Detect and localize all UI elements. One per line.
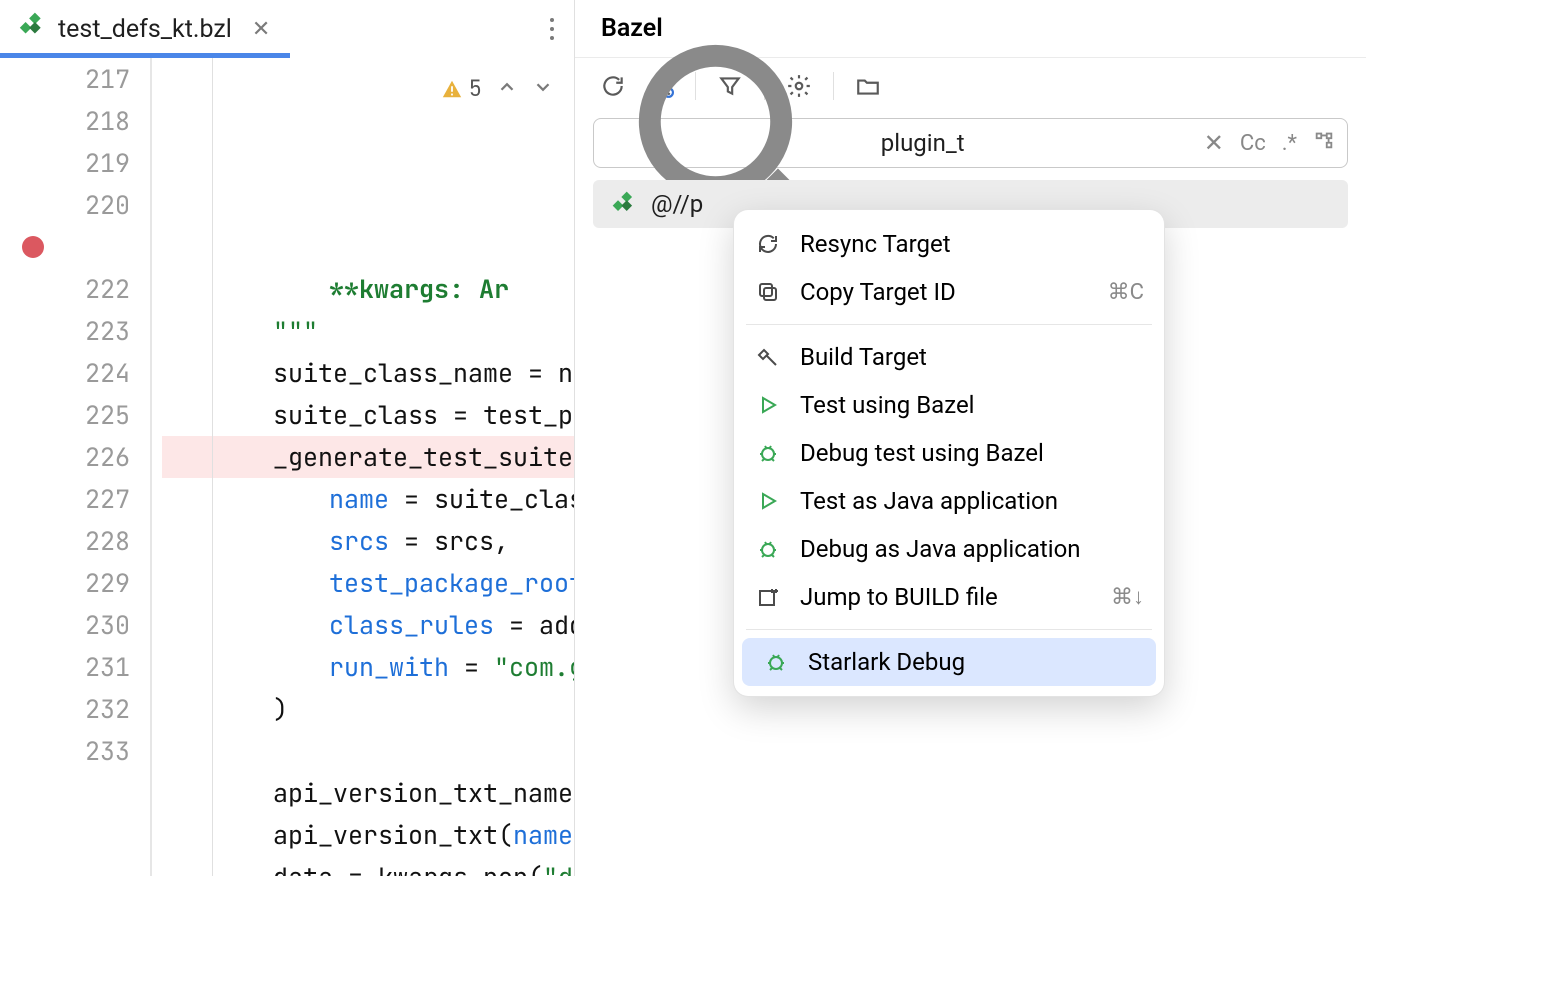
target-search-field[interactable]: ✕ Cc .* (593, 118, 1348, 168)
code-line[interactable]: suite_class_name = name (162, 352, 574, 394)
bazel-file-icon (18, 12, 46, 47)
menu-item[interactable]: Jump to BUILD file ⌘↓ (734, 573, 1164, 621)
menu-item-label: Jump to BUILD file (800, 583, 998, 611)
menu-item[interactable]: Resync Target (734, 220, 1164, 268)
line-number[interactable]: 230 (0, 604, 130, 646)
code-line[interactable] (162, 730, 574, 772)
code-line[interactable]: suite_class = test_packa (162, 394, 574, 436)
editor-tabbar: test_defs_kt.bzl ✕ (0, 0, 574, 58)
line-number[interactable]: 217 (0, 58, 130, 100)
code-line[interactable]: ) (162, 688, 574, 730)
regex-toggle[interactable]: .* (1282, 131, 1297, 156)
warning-count: 5 (441, 68, 482, 110)
menu-item-label: Debug test using Bazel (800, 439, 1044, 467)
editor-gutter[interactable]: 2172182192202222232242252262272282292302… (0, 58, 150, 876)
play-icon (754, 489, 782, 513)
menu-item-label: Build Target (800, 343, 927, 371)
code-line[interactable]: run_with = "com.goog (162, 646, 574, 688)
line-number[interactable]: 220 (0, 184, 130, 226)
line-number[interactable]: 231 (0, 646, 130, 688)
line-number[interactable]: 224 (0, 352, 130, 394)
line-number[interactable]: 219 (0, 142, 130, 184)
hammer-icon (754, 345, 782, 369)
tree-view-icon[interactable] (1313, 129, 1335, 157)
inspection-widget[interactable]: 5 (433, 64, 562, 114)
menu-item-label: Copy Target ID (800, 278, 956, 306)
menu-item[interactable]: Test as Java application (734, 477, 1164, 525)
menu-item-shortcut: ⌘↓ (1111, 584, 1144, 610)
menu-item[interactable]: Starlark Debug (742, 638, 1156, 686)
line-number[interactable]: 223 (0, 310, 130, 352)
line-number[interactable]: 225 (0, 394, 130, 436)
chevron-up-icon[interactable] (496, 68, 518, 110)
breakpoint-icon[interactable] (22, 236, 44, 258)
editor-code-area[interactable]: 5 **kwargs: Ar"""suite_class_name = name… (152, 58, 574, 876)
editor-tab[interactable]: test_defs_kt.bzl ✕ (0, 0, 288, 58)
jump-icon (754, 585, 782, 609)
line-number[interactable] (0, 226, 130, 268)
clear-search-icon[interactable]: ✕ (1204, 129, 1224, 157)
code-line[interactable]: api_version_txt_name = n (162, 772, 574, 814)
target-context-menu: Resync Target Copy Target ID ⌘C Build Targe… (734, 210, 1164, 696)
menu-item-label: Test using Bazel (800, 391, 975, 419)
code-line[interactable]: """ (162, 310, 574, 352)
code-line[interactable]: data = kwargs.pop("data" (162, 856, 574, 876)
line-number[interactable]: 222 (0, 268, 130, 310)
chevron-down-icon[interactable] (532, 68, 554, 110)
search-input[interactable] (881, 129, 1192, 157)
menu-item[interactable]: Test using Bazel (734, 381, 1164, 429)
code-line[interactable]: test_package_root = (162, 562, 574, 604)
resync-icon (754, 232, 782, 256)
copy-icon (754, 280, 782, 304)
line-number[interactable]: 232 (0, 688, 130, 730)
menu-item-label: Test as Java application (800, 487, 1058, 515)
menu-item-label: Starlark Debug (808, 648, 965, 676)
tab-close-icon[interactable]: ✕ (252, 17, 270, 42)
code-line[interactable]: _generate_test_suite( (162, 436, 574, 478)
line-number[interactable]: 233 (0, 730, 130, 772)
line-number[interactable]: 226 (0, 436, 130, 478)
editor-body[interactable]: 2172182192202222232242252262272282292302… (0, 58, 574, 876)
code-line[interactable]: name = suite_class_n (162, 478, 574, 520)
line-number[interactable]: 218 (0, 100, 130, 142)
target-label: @//p (651, 190, 703, 218)
menu-item-shortcut: ⌘C (1108, 280, 1144, 305)
match-case-toggle[interactable]: Cc (1240, 131, 1266, 156)
menu-item[interactable]: Debug test using Bazel (734, 429, 1164, 477)
editor-panel: test_defs_kt.bzl ✕ 217218219220 222223224… (0, 0, 575, 876)
line-number[interactable]: 228 (0, 520, 130, 562)
code-line[interactable]: api_version_txt(name = a (162, 814, 574, 856)
menu-item[interactable]: Debug as Java application (734, 525, 1164, 573)
code-line[interactable]: **kwargs: Ar (162, 268, 574, 310)
play-icon (754, 393, 782, 417)
warning-icon (441, 78, 463, 100)
menu-item-label: Resync Target (800, 230, 951, 258)
line-number[interactable]: 227 (0, 478, 130, 520)
debug-icon (754, 537, 782, 561)
menu-item-label: Debug as Java application (800, 535, 1081, 563)
tab-filename: test_defs_kt.bzl (58, 15, 232, 44)
tabbar-more-button[interactable] (530, 18, 574, 40)
menu-item[interactable]: Build Target (734, 333, 1164, 381)
code-line[interactable]: class_rules = additi (162, 604, 574, 646)
bazel-target-icon (611, 191, 637, 217)
line-number[interactable]: 229 (0, 562, 130, 604)
menu-item[interactable]: Copy Target ID ⌘C (734, 268, 1164, 316)
code-line[interactable]: srcs = srcs, (162, 520, 574, 562)
debug-icon (754, 441, 782, 465)
debug-icon (762, 650, 790, 674)
